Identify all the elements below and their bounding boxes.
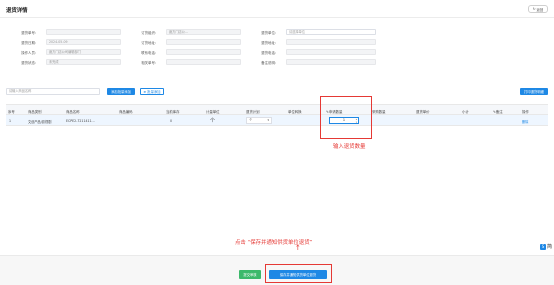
submit-audit-button[interactable]: 提交审核 (239, 270, 261, 279)
th-unit: 计量单位 (206, 109, 220, 114)
qty-highlight-box (320, 96, 372, 139)
plus-circle-icon: ⊕ (143, 89, 147, 94)
search-input[interactable]: 请输入商品名称 (6, 88, 100, 95)
field-label: 退货地址: (261, 41, 276, 45)
field-input[interactable] (286, 49, 376, 55)
cell-name: ECPE2-7211411... (66, 118, 95, 123)
field-label: 相关单号: (141, 61, 156, 65)
th-remark: ✎备注 (493, 109, 503, 114)
field-label: 退货电话: (261, 51, 276, 55)
cell-category: 文创产品/影视剧 (28, 119, 52, 124)
field-label: 备注说明: (261, 61, 276, 65)
field-label: 订货地址: (141, 41, 156, 45)
th-subtotal: 小计 (462, 109, 469, 114)
field-label: 联系电话: (141, 51, 156, 55)
cell-index: 1 (9, 118, 12, 123)
save-notify-button[interactable]: 保存并通知供货单位退货 (269, 270, 327, 279)
th-index: 序号 (8, 109, 15, 114)
th-purchase: 采购数量 (372, 109, 386, 114)
field-input[interactable]: 请选择单位 (286, 29, 376, 35)
field-input[interactable]: 未完成 (46, 59, 121, 65)
qty-hint-text: 输入退货数量 (333, 144, 366, 150)
arrow-up-icon: ↑ (295, 244, 301, 252)
th-name: 商品名称 (66, 109, 80, 114)
th-stock: 当前库存 (166, 109, 180, 114)
add-batch-button[interactable]: 添加批量添加 (107, 88, 135, 95)
page-title: 退货详情 (6, 8, 28, 14)
arrow-back-icon: ↻ (532, 7, 536, 11)
field-input[interactable] (166, 49, 241, 55)
header-divider (0, 17, 554, 18)
chevron-down-icon: ▾ (267, 118, 269, 122)
cell-unit: 个 (210, 118, 216, 124)
field-input[interactable] (286, 59, 376, 65)
print-button[interactable]: 打印退货明细 (520, 88, 548, 95)
field-label: 退货单号: (21, 31, 36, 35)
field-input[interactable]: 魔方门店公... (166, 29, 241, 35)
field-label: 退货状态: (21, 61, 36, 65)
field-input[interactable] (286, 39, 376, 45)
th-convert: 单位转换 (288, 109, 302, 114)
th-code: 商品编码 (119, 109, 133, 114)
delete-link[interactable]: 删除 (522, 119, 528, 124)
th-category: 商品类别 (28, 109, 42, 114)
field-input[interactable]: 2024-05-09 (46, 39, 121, 45)
table-header: 序号 商品类别 商品名称 商品编码 当前库存 计量单位 退货计划 单位转换 ✎申… (6, 104, 548, 115)
field-input[interactable] (166, 39, 241, 45)
field-label: 订货组织: (141, 31, 156, 35)
back-button[interactable]: ↻ 返回 (528, 5, 548, 13)
batch-add-button[interactable]: ⊕ 批量添加 (140, 88, 164, 95)
field-label: 退货单位: (261, 31, 276, 35)
field-input[interactable] (166, 59, 241, 65)
th-action: 操作 (522, 109, 529, 114)
plan-select[interactable]: 个 ▾ (246, 117, 272, 124)
cell-stock: 0 (170, 118, 173, 123)
table-row: 1 文创产品/影视剧 ECPE2-7211411... 0 个 个 ▾ 1 ▴ ▾… (6, 115, 548, 126)
th-price: 退货单价 (416, 109, 430, 114)
field-input[interactable]: 魔方门店公司编辑部门 (46, 49, 121, 55)
field-input[interactable] (46, 29, 121, 35)
language-badge[interactable]: S 简 (539, 243, 552, 250)
field-label: 操作人员: (21, 51, 36, 55)
th-plan: 退货计划 (246, 109, 260, 114)
s-logo-icon: S (539, 243, 546, 250)
field-label: 退货日期: (21, 41, 36, 45)
